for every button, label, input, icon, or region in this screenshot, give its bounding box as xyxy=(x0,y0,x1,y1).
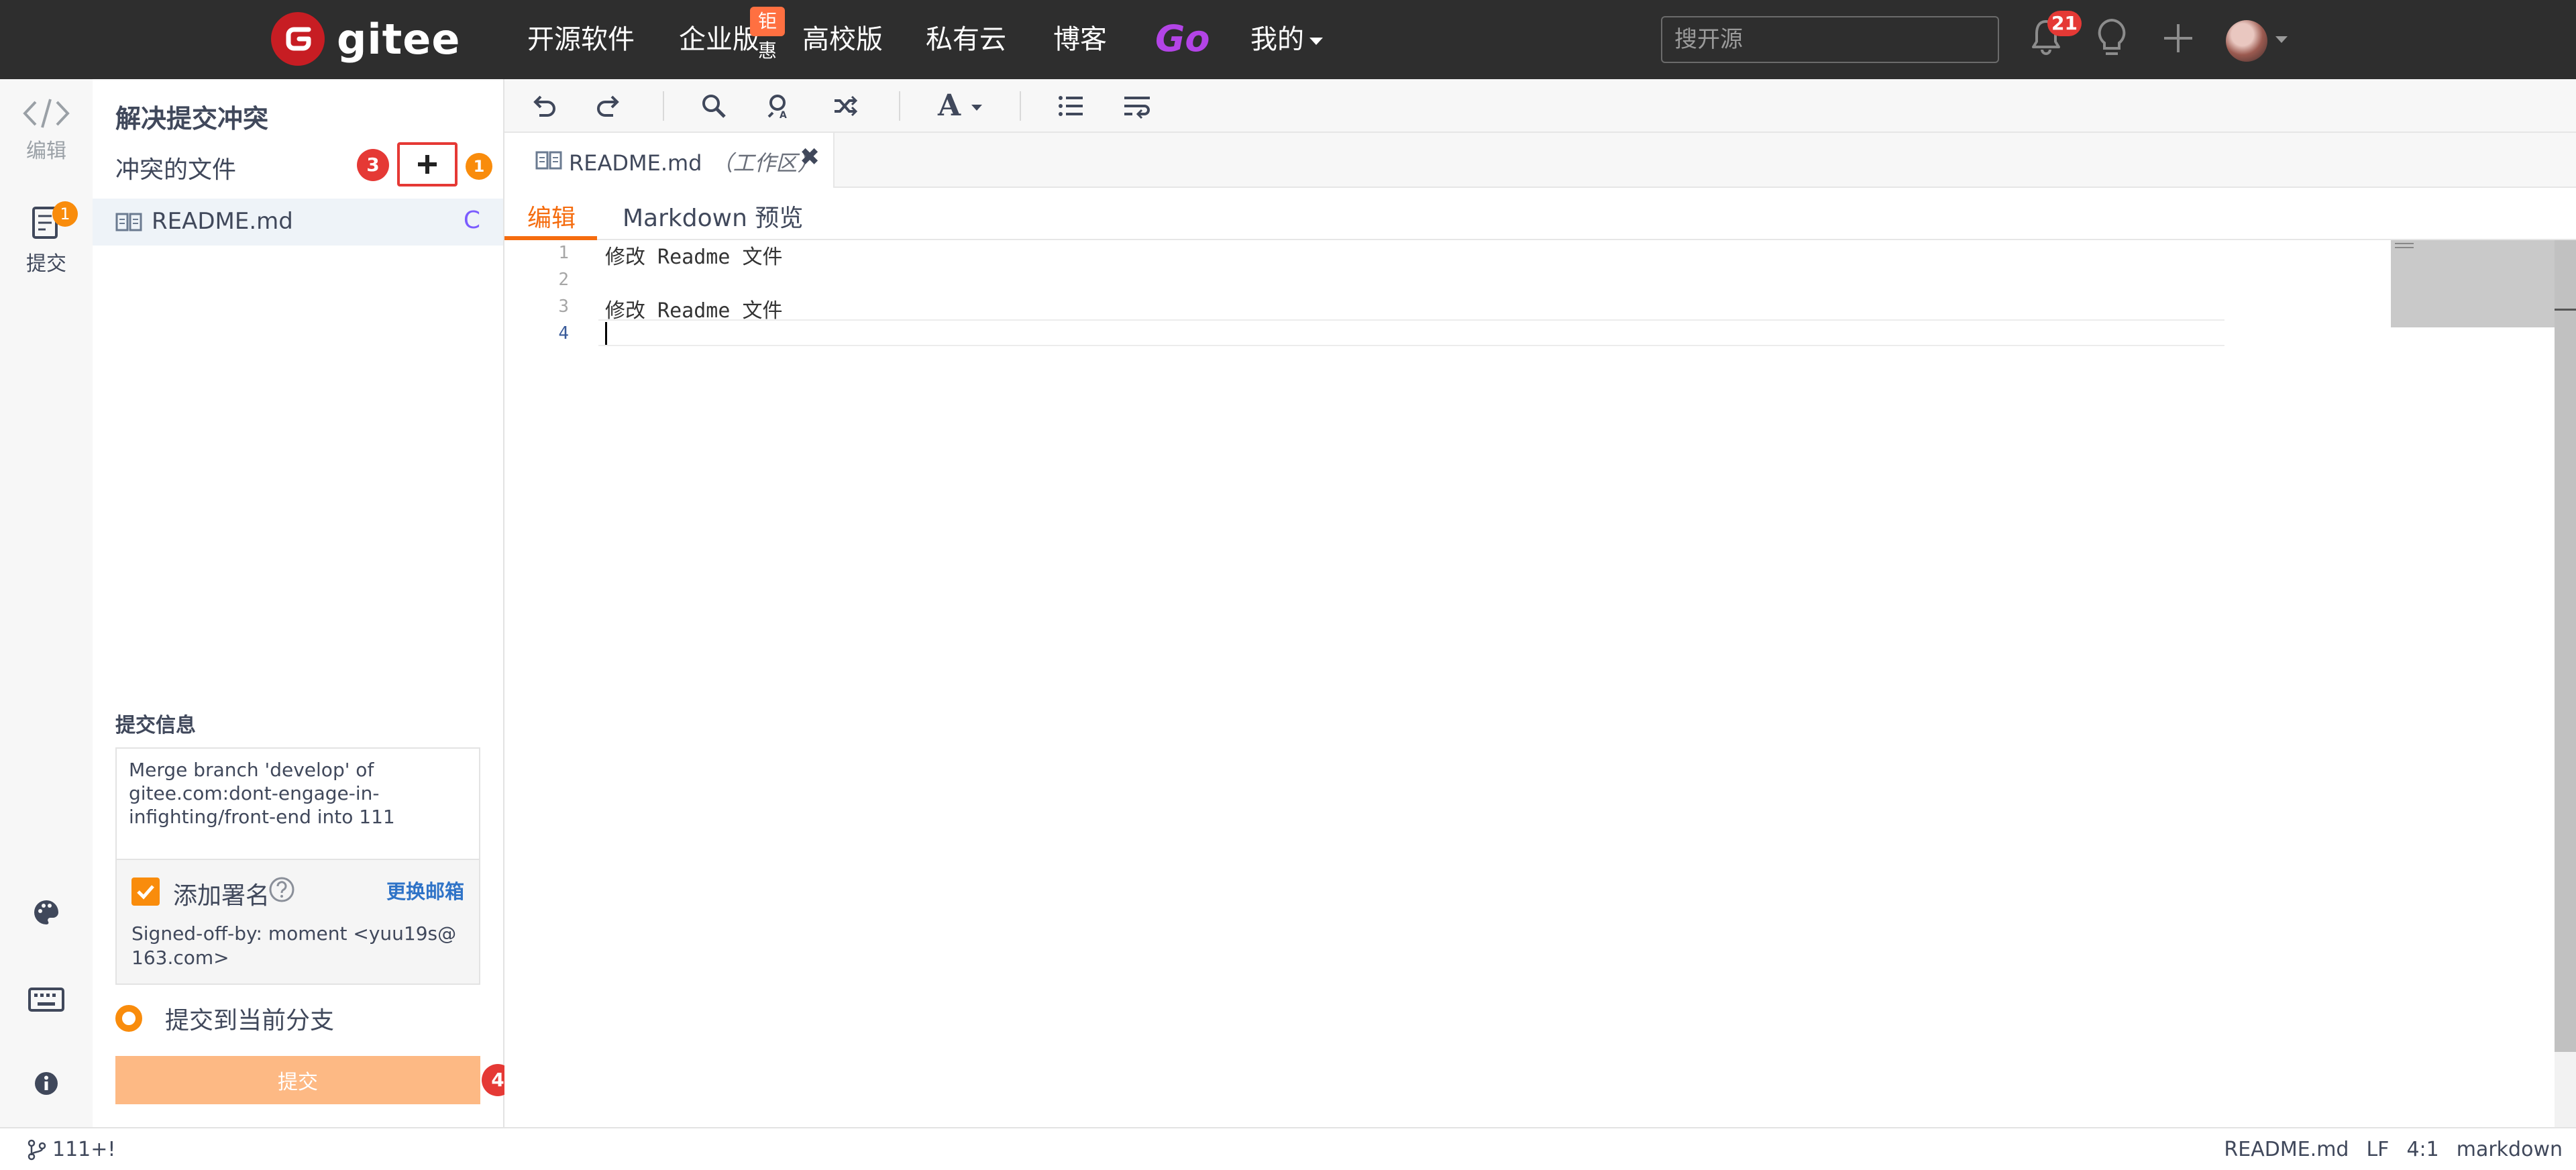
line-number: 3 xyxy=(558,297,569,317)
activity-edit[interactable]: 编辑 xyxy=(0,97,93,164)
text-cursor xyxy=(605,322,607,345)
notification-count-badge: 21 xyxy=(2047,11,2082,36)
avatar[interactable] xyxy=(2226,20,2267,62)
nav-enterprise[interactable]: 企业版 xyxy=(679,23,759,56)
nav-blog[interactable]: 博客 xyxy=(1053,23,1107,56)
add-signoff-label: 添加署名 xyxy=(173,882,270,910)
nav-mine-dropdown[interactable]: 我的 xyxy=(1250,23,1323,56)
info-icon[interactable] xyxy=(0,1071,93,1096)
add-file-button[interactable] xyxy=(397,142,458,187)
line-number: 4 xyxy=(558,323,569,343)
tab-readme[interactable]: README.md （工作区） ✖ xyxy=(504,133,835,188)
signoff-text: Signed-off-by: moment <yuu19s@163.com> xyxy=(131,922,457,969)
close-icon[interactable]: ✖ xyxy=(800,144,820,171)
commit-info-label: 提交信息 xyxy=(115,714,196,737)
toolbar-divider xyxy=(899,91,900,121)
sidebar-title: 解决提交冲突 xyxy=(115,104,269,134)
current-line-highlight xyxy=(598,319,2224,346)
commit-document-icon xyxy=(0,205,93,243)
submit-commit-button[interactable]: 提交 xyxy=(115,1056,480,1104)
gitee-logo[interactable]: gitee xyxy=(271,12,460,66)
shuffle-icon[interactable] xyxy=(832,93,859,119)
signoff-panel: 添加署名 更换邮箱 Signed-off-by: moment <yuu19s@… xyxy=(115,859,480,985)
nav-go[interactable]: Go xyxy=(1155,17,1210,60)
search-input[interactable] xyxy=(1661,16,1999,63)
minimap[interactable] xyxy=(2391,240,2555,327)
book-icon xyxy=(535,150,562,170)
commit-current-branch-radio[interactable] xyxy=(115,1005,142,1032)
tab-edit[interactable]: 编辑 xyxy=(527,199,576,233)
status-cursor-position[interactable]: 4:1 xyxy=(2406,1138,2438,1161)
find-replace-icon[interactable]: A xyxy=(766,93,793,119)
palette-icon[interactable] xyxy=(0,899,93,926)
code-line: 修改 Readme 文件 xyxy=(605,246,783,269)
check-icon xyxy=(137,885,154,900)
enterprise-promo-badge: 钜惠 xyxy=(750,7,786,62)
plus-icon[interactable] xyxy=(2163,23,2194,54)
conflict-file-row[interactable]: README.md C xyxy=(93,199,503,246)
undo-icon[interactable] xyxy=(530,93,557,119)
commit-message-input[interactable]: Merge branch 'develop' of gitee.com:dont… xyxy=(115,747,480,859)
scrollbar-thumb[interactable] xyxy=(2555,240,2576,1052)
conflict-files-label: 冲突的文件 xyxy=(115,156,237,184)
svg-text:A: A xyxy=(780,110,787,119)
change-email-link[interactable]: 更换邮箱 xyxy=(386,876,464,904)
nav-private-cloud[interactable]: 私有云 xyxy=(926,23,1006,56)
conflict-status-badge: C xyxy=(463,207,480,234)
branch-name: 111+! xyxy=(52,1138,116,1161)
conflict-count-badge: 1 xyxy=(466,153,492,180)
editor-tab-bar: README.md （工作区） ✖ xyxy=(504,133,2576,188)
book-icon xyxy=(115,212,142,232)
line-number: 1 xyxy=(558,243,569,263)
toolbar-divider xyxy=(663,91,664,121)
branch-indicator[interactable]: 111+! xyxy=(27,1138,115,1161)
toolbar-divider xyxy=(1020,91,1021,121)
top-navbar: gitee 开源软件 企业版 钜惠 高校版 私有云 博客 Go 我的 21 xyxy=(0,0,2576,79)
search-icon[interactable] xyxy=(700,93,727,119)
word-wrap-icon[interactable] xyxy=(1123,93,1152,119)
help-icon[interactable] xyxy=(268,876,295,903)
avatar-chevron-down-icon xyxy=(2275,36,2288,43)
plus-icon xyxy=(418,155,437,174)
tab-markdown-preview[interactable]: Markdown 预览 xyxy=(623,199,803,233)
redo-icon[interactable] xyxy=(596,93,623,119)
code-icon xyxy=(0,97,93,130)
chevron-down-icon xyxy=(1309,37,1323,45)
step-marker-3: 3 xyxy=(357,149,389,181)
code-editor[interactable]: 1 修改 Readme 文件 2 3 修改 Readme 文件 4 xyxy=(504,240,2391,1127)
mode-tab-bar: 编辑 Markdown 预览 xyxy=(504,189,2576,240)
svg-text:A: A xyxy=(937,90,961,121)
commit-sidebar: 解决提交冲突 冲突的文件 3 1 README.md C 提交信息 Merge … xyxy=(93,79,514,1127)
tab-file-name: README.md （工作区） xyxy=(569,146,818,177)
code-line: 修改 Readme 文件 xyxy=(605,299,783,323)
git-branch-icon xyxy=(28,1139,46,1160)
list-icon[interactable] xyxy=(1057,93,1084,119)
editor-toolbar: A A xyxy=(504,79,2576,133)
activity-edit-label: 编辑 xyxy=(26,140,66,163)
scrollbar-marker xyxy=(2555,309,2576,311)
status-file-name: README.md xyxy=(2224,1138,2349,1161)
status-language[interactable]: markdown xyxy=(2457,1138,2563,1161)
lightbulb-icon[interactable] xyxy=(2096,17,2128,59)
tab-file-label: README.md xyxy=(569,150,702,176)
brand-name: gitee xyxy=(337,14,461,64)
activity-bar: 编辑 1 提交 xyxy=(0,79,93,1127)
commit-current-branch-label: 提交到当前分支 xyxy=(165,1007,335,1034)
activity-commit[interactable]: 1 提交 xyxy=(0,201,93,276)
status-bar: 111+! README.md LF 4:1 markdown xyxy=(0,1127,2576,1170)
keyboard-icon[interactable] xyxy=(0,988,93,1012)
status-right: README.md LF 4:1 markdown xyxy=(2224,1138,2563,1161)
gitee-logo-icon xyxy=(271,12,325,66)
font-dropdown-icon[interactable]: A xyxy=(936,90,990,121)
conflict-file-name: README.md xyxy=(152,208,293,235)
activity-commit-label: 提交 xyxy=(26,252,66,276)
commit-count-badge: 1 xyxy=(52,201,78,227)
nav-university[interactable]: 高校版 xyxy=(802,23,883,56)
line-number: 2 xyxy=(558,270,569,290)
nav-mine-label: 我的 xyxy=(1250,24,1304,55)
status-eol[interactable]: LF xyxy=(2366,1138,2389,1161)
nav-open-source[interactable]: 开源软件 xyxy=(527,23,635,56)
add-signoff-checkbox[interactable] xyxy=(131,877,160,906)
